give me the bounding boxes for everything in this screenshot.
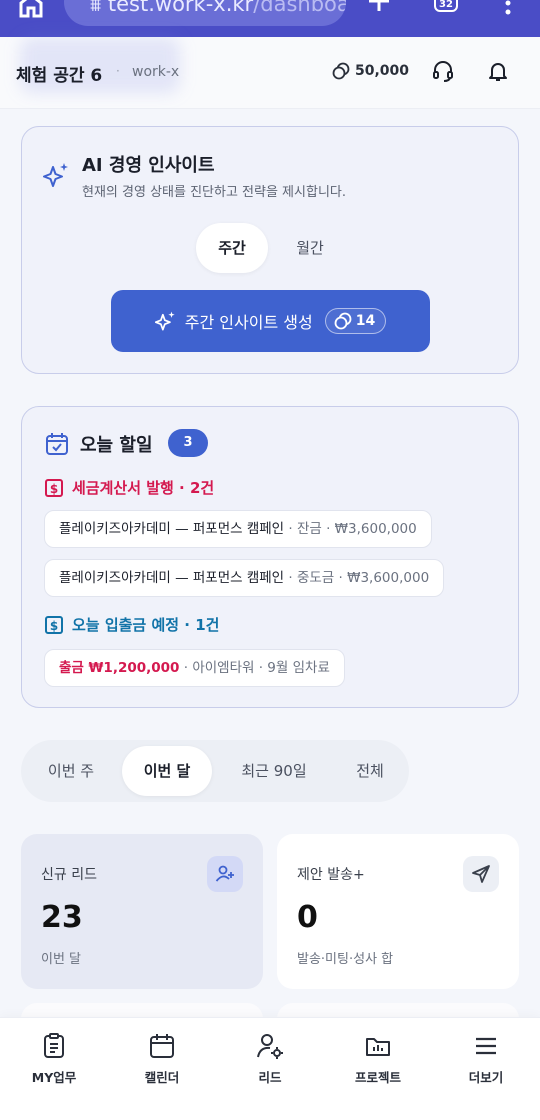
more-vert-icon[interactable]: [505, 0, 511, 20]
tab-monthly[interactable]: 월간: [274, 223, 346, 273]
svg-text:$: $: [50, 482, 58, 496]
new-leads-card[interactable]: 신규 리드 23 이번 달: [21, 834, 263, 989]
todo-item[interactable]: 플레이키즈아카데미 — 퍼포먼스 캠페인 · 잔금 · ₩3,600,000: [44, 510, 432, 548]
proposals-sent-card[interactable]: 제안 발송+ 0 발송·미팅·성사 합: [277, 834, 519, 989]
menu-icon: [476, 1037, 496, 1055]
coins-icon: [334, 312, 352, 330]
todo-count-badge: 3: [168, 429, 208, 457]
tab-last-90-days[interactable]: 최근 90일: [221, 746, 327, 796]
todo-item[interactable]: 플레이키즈아카데미 — 퍼포먼스 캠페인 · 중도금 · ₩3,600,000: [44, 559, 445, 597]
credit-balance[interactable]: 50,000: [332, 62, 409, 80]
tab-weekly[interactable]: 주간: [196, 223, 268, 273]
workspace-separator: ·: [116, 64, 120, 78]
browser-toolbar: ⩩ test.work-x.kr/dashboar 32: [0, 0, 540, 37]
todo-item[interactable]: 출금 ₩1,200,000 · 아이엠타워 · 9월 임차료: [44, 649, 345, 687]
tab-switcher-button[interactable]: 32: [434, 0, 458, 12]
sparkle-icon: [154, 311, 175, 331]
ai-insight-card: AI 경영 인사이트 현재의 경영 상태를 진단하고 전략을 제시합니다. 주간…: [21, 126, 519, 374]
proposals-sent-value: 0: [297, 900, 318, 935]
sparkle-icon: [43, 163, 68, 187]
invoice-icon: $: [45, 478, 63, 497]
nav-my-tasks[interactable]: MY업무: [9, 1032, 99, 1086]
user-gear-icon: [257, 1034, 283, 1059]
period-tabs: 이번 주 이번 달 최근 90일 전체: [21, 740, 409, 802]
send-icon: [463, 856, 499, 892]
todo-title: 오늘 할일: [80, 435, 153, 456]
tab-this-week[interactable]: 이번 주: [29, 746, 113, 796]
cash-icon: $: [45, 615, 63, 634]
tax-invoice-heading: $ 세금계산서 발행 · 2건: [44, 477, 214, 498]
address-bar[interactable]: ⩩ test.work-x.kr/dashboar: [64, 0, 346, 26]
headset-icon[interactable]: [431, 59, 455, 83]
coins-icon: [332, 62, 350, 80]
today-todo-card: 오늘 할일 3 $ 세금계산서 발행 · 2건 플레이키즈아카데미 — 퍼포먼스…: [21, 406, 519, 708]
tab-this-month[interactable]: 이번 달: [122, 746, 212, 796]
bottom-nav: MY업무 캘린더 리드 프로젝트 더보기: [0, 1017, 540, 1120]
ai-insight-title: AI 경영 인사이트: [82, 155, 215, 176]
clipboard-icon: [44, 1033, 64, 1058]
workspace-slug: work-x: [132, 64, 180, 80]
home-icon[interactable]: [18, 0, 44, 18]
calendar-icon: [150, 1034, 174, 1058]
folder-chart-icon: [366, 1038, 390, 1056]
nav-leads[interactable]: 리드: [225, 1032, 315, 1086]
bell-icon[interactable]: [486, 59, 510, 83]
calendar-check-icon: [46, 433, 68, 455]
svg-text:$: $: [50, 619, 58, 633]
user-plus-icon: [207, 856, 243, 892]
tab-all[interactable]: 전체: [335, 746, 405, 796]
cashflow-heading: $ 오늘 입출금 예정 · 1건: [44, 614, 219, 635]
app-header: 체험 공간 6 · work-x 50,000: [0, 37, 540, 109]
new-tab-icon[interactable]: [368, 0, 390, 12]
workspace-name[interactable]: 체험 공간 6: [16, 61, 102, 86]
ai-insight-subtitle: 현재의 경영 상태를 진단하고 전략을 제시합니다.: [82, 185, 346, 200]
new-leads-value: 23: [41, 900, 83, 935]
nav-projects[interactable]: 프로젝트: [333, 1032, 423, 1086]
credit-cost-badge: 14: [324, 308, 387, 334]
generate-insight-button[interactable]: 주간 인사이트 생성 14: [111, 290, 430, 352]
nav-calendar[interactable]: 캘린더: [117, 1032, 207, 1086]
nav-more[interactable]: 더보기: [441, 1032, 531, 1086]
tune-icon: ⩩: [90, 0, 108, 16]
